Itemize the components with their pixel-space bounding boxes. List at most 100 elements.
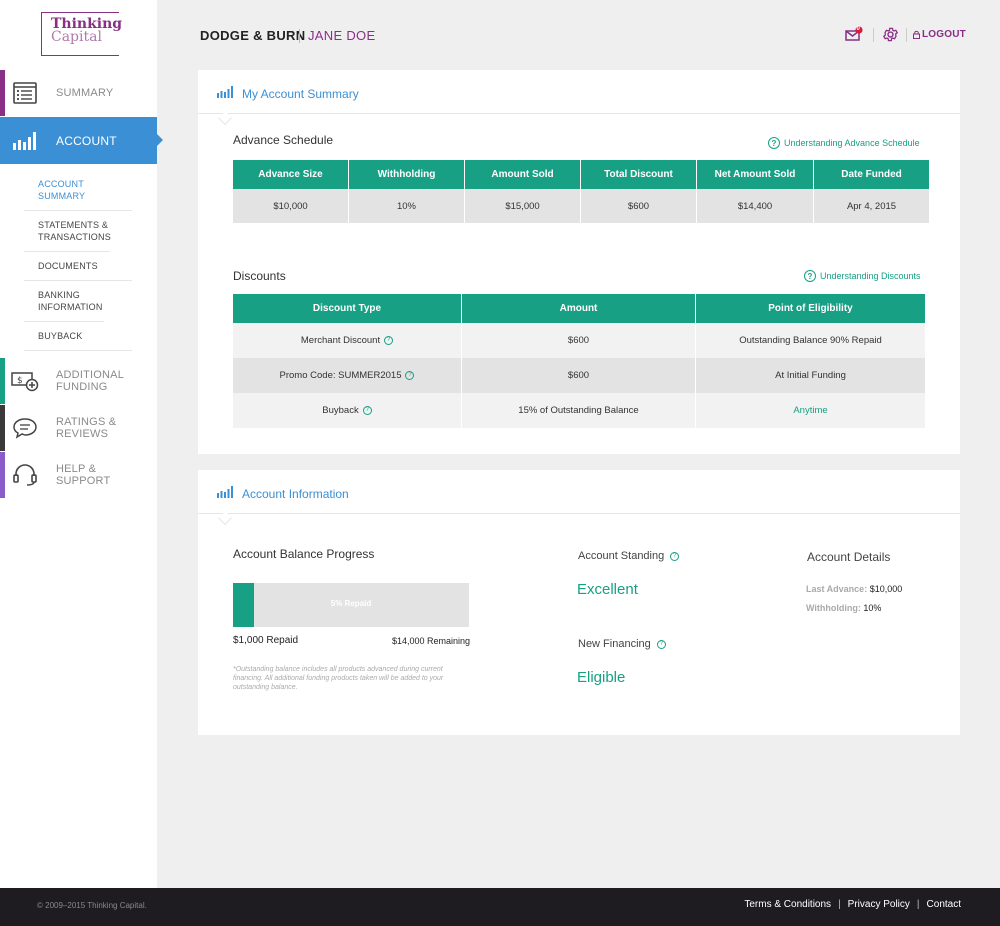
table-cell: $600 — [462, 358, 695, 393]
nav-account[interactable]: ACCOUNT — [0, 117, 163, 164]
advance-schedule-header-row: Advance Size Withholding Amount Sold Tot… — [233, 160, 929, 189]
bar-chart-icon — [217, 85, 233, 103]
copyright: © 2009–2015 Thinking Capital. — [37, 901, 147, 910]
bar-chart-icon — [11, 127, 39, 155]
header-divider-3 — [906, 28, 907, 42]
table-cell: 10% — [349, 189, 464, 223]
account-subnav: ACCOUNT SUMMARY STATEMENTS & TRANSACTION… — [24, 170, 132, 351]
balance-progress-label: 5% Repaid — [330, 599, 372, 608]
repaid-amount: $1,000 Repaid — [233, 635, 299, 646]
logo[interactable]: Thinking Capital — [41, 12, 122, 56]
withholding-label: Withholding: — [806, 603, 861, 613]
discounts-help-label: Understanding Discounts — [820, 271, 921, 281]
balance-progress-bar: 5% Repaid — [233, 583, 469, 627]
balance-progress-title: Account Balance Progress — [233, 547, 375, 561]
mail-icon[interactable]: 0 — [845, 26, 863, 42]
nav-ratings-reviews-label: RATINGS & REVIEWS — [56, 416, 117, 440]
advance-schedule-title: Advance Schedule — [233, 133, 334, 147]
money-plus-icon: $ — [11, 367, 39, 395]
question-icon[interactable]: ? — [670, 551, 680, 561]
question-icon: ? — [768, 137, 780, 149]
question-icon[interactable]: ? — [405, 370, 415, 380]
column-header: Date Funded — [814, 160, 929, 189]
subnav-banking[interactable]: BANKING INFORMATION — [24, 281, 104, 322]
new-financing-title: New Financing? — [578, 638, 666, 650]
footer-link-contact[interactable]: Contact — [927, 899, 961, 910]
business-name: DODGE & BURN — [200, 28, 306, 43]
account-information-card: Account Information Account Balance Prog… — [198, 470, 960, 735]
nav-summary-label: SUMMARY — [56, 87, 114, 99]
footer: © 2009–2015 Thinking Capital. Terms & Co… — [0, 888, 1000, 926]
question-icon[interactable]: ? — [384, 335, 394, 345]
column-header: Withholding — [349, 160, 464, 189]
chat-icon — [11, 414, 39, 442]
footer-link-terms[interactable]: Terms & Conditions — [744, 899, 831, 910]
subnav-account-summary[interactable]: ACCOUNT SUMMARY — [24, 170, 132, 211]
discounts-title: Discounts — [233, 269, 286, 283]
table-row: Merchant Discount? $600 Outstanding Bala… — [233, 323, 925, 358]
logo-text-line2: Capital — [51, 29, 102, 45]
discounts-help-link[interactable]: ? Understanding Discounts — [804, 270, 921, 282]
question-icon[interactable]: ? — [656, 639, 666, 649]
table-cell: At Initial Funding — [696, 358, 925, 393]
table-cell: $14,400 — [697, 189, 813, 223]
column-header: Amount Sold — [465, 160, 580, 189]
table-cell: $10,000 — [233, 189, 348, 223]
logout-button[interactable]: LOGOUT — [913, 29, 966, 40]
table-cell: Apr 4, 2015 — [814, 189, 929, 223]
account-information-title: Account Information — [242, 487, 349, 501]
header-divider — [299, 29, 300, 43]
nav-help-support-label: HELP & SUPPORT — [56, 463, 111, 487]
nav-ratings-reviews[interactable]: RATINGS & REVIEWS — [0, 405, 157, 451]
gear-icon[interactable] — [882, 26, 899, 43]
column-header: Net Amount Sold — [697, 160, 813, 189]
logout-label: LOGOUT — [922, 29, 966, 40]
nav-additional-funding[interactable]: $ ADDITIONAL FUNDING — [0, 358, 157, 404]
table-cell: 15% of Outstanding Balance — [462, 393, 695, 428]
account-details-title: Account Details — [807, 550, 891, 564]
advance-schedule-help-link[interactable]: ? Understanding Advance Schedule — [768, 137, 920, 149]
headset-icon — [11, 461, 39, 489]
table-row: $10,000 10% $15,000 $600 $14,400 Apr 4, … — [233, 189, 929, 223]
subnav-documents[interactable]: DOCUMENTS — [24, 252, 132, 281]
table-cell: $600 — [581, 189, 696, 223]
balance-footnote: *Outstanding balance includes all produc… — [233, 666, 444, 691]
advance-schedule-table: Advance Size Withholding Amount Sold Tot… — [232, 160, 930, 223]
table-cell: Outstanding Balance 90% Repaid — [696, 323, 925, 358]
subnav-statements[interactable]: STATEMENTS & TRANSACTIONS — [24, 211, 111, 252]
question-icon: ? — [804, 270, 816, 282]
table-cell: $600 — [462, 323, 695, 358]
table-cell: $15,000 — [465, 189, 580, 223]
table-cell[interactable]: Anytime — [696, 393, 925, 428]
table-cell: Buyback? — [233, 393, 461, 428]
nav-summary[interactable]: SUMMARY — [0, 70, 157, 116]
sidebar: Thinking Capital SUMMARY ACCOUNT ACCOUNT… — [0, 0, 163, 888]
new-financing-value: Eligible — [577, 669, 626, 686]
account-summary-header: My Account Summary — [198, 70, 960, 126]
account-standing-value: Excellent — [577, 581, 638, 598]
header-divider-2 — [873, 28, 874, 42]
discounts-header-row: Discount Type Amount Point of Eligibilit… — [233, 294, 925, 323]
mail-badge: 0 — [856, 26, 860, 32]
list-icon — [11, 79, 39, 107]
column-header: Advance Size — [233, 160, 348, 189]
column-header: Total Discount — [581, 160, 696, 189]
nav-help-support[interactable]: HELP & SUPPORT — [0, 452, 157, 498]
user-name: JANE DOE — [308, 28, 376, 43]
account-summary-card: My Account Summary Advance Schedule ? Un… — [198, 70, 960, 454]
withholding-value: 10% — [863, 603, 882, 613]
subnav-buyback[interactable]: BUYBACK — [24, 322, 132, 351]
footer-link-privacy[interactable]: Privacy Policy — [848, 899, 910, 910]
last-advance-row: Last Advance: $10,000 — [806, 584, 902, 594]
withholding-row: Withholding: 10% — [806, 603, 881, 613]
svg-text:$: $ — [17, 376, 23, 386]
discounts-table: Discount Type Amount Point of Eligibilit… — [232, 294, 926, 428]
question-icon[interactable]: ? — [362, 405, 372, 415]
account-standing-title: Account Standing? — [578, 550, 680, 562]
account-summary-title: My Account Summary — [242, 87, 359, 101]
table-row: Buyback? 15% of Outstanding Balance Anyt… — [233, 393, 925, 428]
column-header: Amount — [462, 294, 695, 323]
last-advance-label: Last Advance: — [806, 584, 868, 594]
footer-links: Terms & Conditions | Privacy Policy | Co… — [744, 899, 961, 910]
last-advance-value: $10,000 — [869, 584, 903, 594]
